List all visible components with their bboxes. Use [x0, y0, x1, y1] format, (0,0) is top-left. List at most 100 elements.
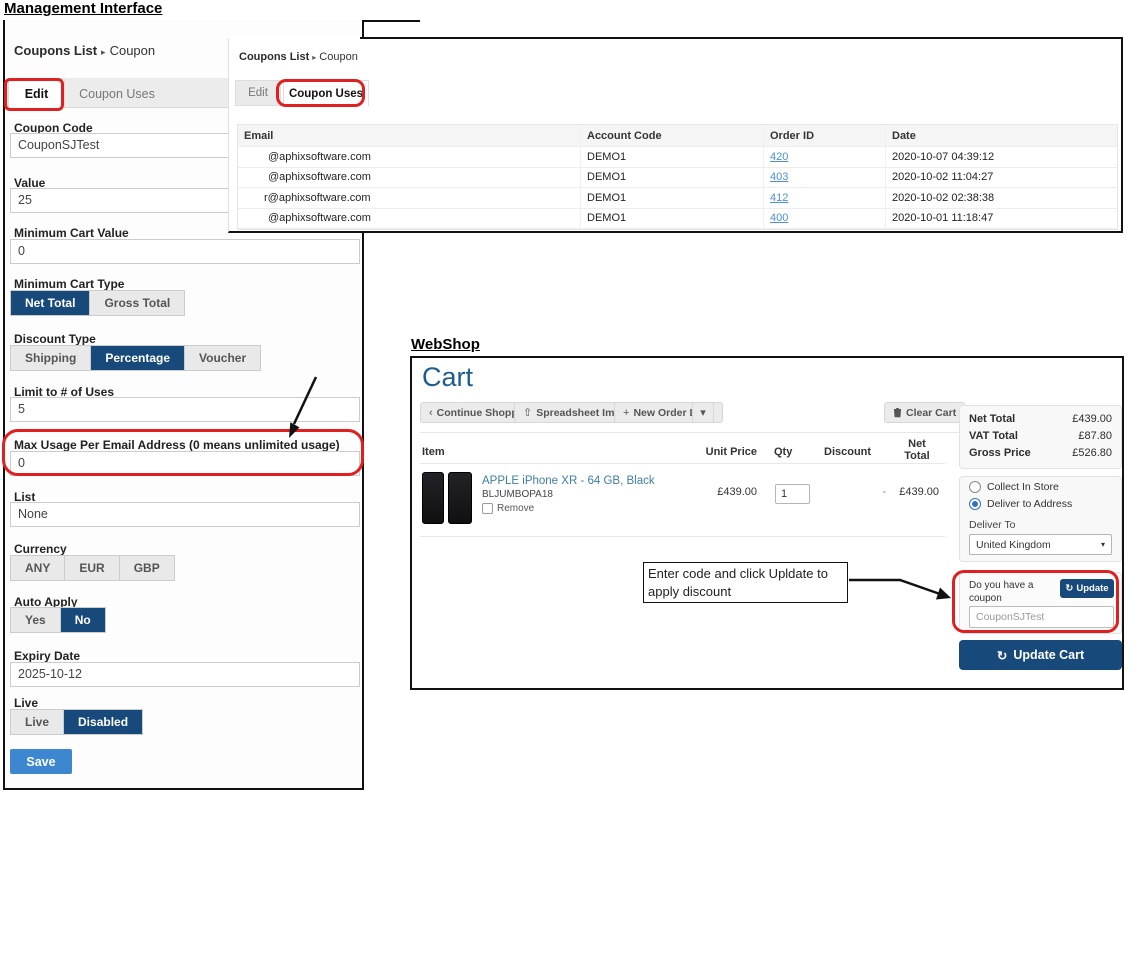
cell-email: r@aphixsoftware.com — [238, 188, 580, 208]
annotation-note: Enter code and click Upldate to apply di… — [643, 562, 848, 603]
unit-price-value: £439.00 — [692, 486, 757, 498]
table-header-row: Email Account Code Order ID Date — [238, 125, 1117, 147]
collect-in-store-label: Collect In Store — [987, 481, 1059, 493]
net-total-header-line1: Net — [895, 438, 939, 450]
table-row: r@aphixsoftware.com DEMO1 412 2020-10-02… — [238, 188, 1117, 209]
cell-email: @aphixsoftware.com — [238, 209, 580, 229]
radio-unchecked-icon[interactable] — [969, 481, 981, 493]
min-cart-value-input[interactable]: 0 — [10, 239, 360, 264]
min-cart-type-label: Minimum Cart Type — [14, 277, 124, 291]
breadcrumb: Coupons List▸Coupon — [14, 43, 155, 58]
currency-gbp[interactable]: GBP — [120, 556, 174, 580]
live-live[interactable]: Live — [11, 710, 64, 734]
new-order-lists-dropdown-button[interactable]: ▾ — [692, 402, 714, 423]
currency-label: Currency — [14, 542, 67, 556]
live-disabled[interactable]: Disabled — [64, 710, 142, 734]
breadcrumb-current: Coupon — [319, 51, 358, 63]
net-total-column-header: Net Total — [895, 438, 939, 462]
live-toggle: Live Disabled — [10, 709, 143, 735]
coupon-box: Do you have a coupon or voucher? ↻ Updat… — [959, 572, 1122, 634]
coupon-update-button[interactable]: ↻ Update — [1060, 579, 1114, 598]
update-cart-button[interactable]: ↻ Update Cart — [959, 640, 1122, 670]
breadcrumb-current: Coupon — [110, 43, 156, 58]
coupon-update-label: Update — [1076, 583, 1108, 594]
product-sku: BLJUMBOPA18 — [482, 489, 553, 500]
list-input[interactable]: None — [10, 502, 360, 527]
gross-price-amount: £526.80 — [1072, 447, 1112, 459]
remove-label: Remove — [497, 503, 534, 514]
currency-any[interactable]: ANY — [11, 556, 65, 580]
radio-checked-icon[interactable] — [969, 498, 981, 510]
country-select[interactable]: United Kingdom ▾ — [969, 534, 1112, 555]
refresh-icon: ↻ — [1065, 583, 1073, 594]
qty-input[interactable]: 1 — [775, 484, 810, 504]
cell-email: @aphixsoftware.com — [238, 168, 580, 188]
column-header-email[interactable]: Email — [238, 125, 580, 146]
cell-date: 2020-10-07 04:39:12 — [885, 147, 1117, 167]
tab-coupon-uses[interactable]: Coupon Uses — [283, 80, 369, 106]
collect-in-store-option[interactable]: Collect In Store — [960, 477, 1121, 494]
net-total-row: Net Total £439.00 — [960, 410, 1121, 427]
totals-box: Net Total £439.00 VAT Total £87.80 Gross… — [959, 405, 1122, 469]
refresh-icon: ↻ — [997, 648, 1007, 663]
vat-total-label: VAT Total — [969, 430, 1018, 442]
panel-border-line — [360, 37, 1123, 39]
discount-type-percentage[interactable]: Percentage — [91, 346, 185, 370]
column-header-order-id[interactable]: Order ID — [763, 125, 885, 146]
column-header-date[interactable]: Date — [885, 125, 1117, 146]
column-header-account-code[interactable]: Account Code — [580, 125, 763, 146]
coupon-uses-panel: Coupons List▸Coupon Edit Coupon Uses Ema… — [228, 38, 1123, 233]
discount-type-voucher[interactable]: Voucher — [185, 346, 260, 370]
order-id-link[interactable]: 403 — [770, 171, 788, 183]
min-cart-type-gross-total[interactable]: Gross Total — [90, 291, 184, 315]
max-usage-label: Max Usage Per Email Address (0 means unl… — [14, 438, 340, 452]
tab-edit[interactable]: Edit — [8, 79, 65, 108]
gross-price-label: Gross Price — [969, 447, 1031, 459]
tab-coupon-uses[interactable]: Coupon Uses — [67, 79, 167, 108]
auto-apply-toggle: Yes No — [10, 607, 106, 633]
divider — [420, 536, 945, 537]
vat-total-amount: £87.80 — [1078, 430, 1112, 442]
item-column-header: Item — [422, 446, 445, 458]
deliver-to-address-option[interactable]: Deliver to Address — [960, 494, 1121, 511]
limit-uses-input[interactable]: 5 — [10, 397, 360, 422]
breadcrumb-parent[interactable]: Coupons List — [14, 43, 97, 58]
table-row: @aphixsoftware.com DEMO1 420 2020-10-07 … — [238, 147, 1117, 168]
deliver-to-address-label: Deliver to Address — [987, 498, 1072, 510]
cell-date: 2020-10-02 11:04:27 — [885, 168, 1117, 188]
min-cart-type-toggle: Net Total Gross Total — [10, 290, 185, 316]
caret-down-icon: ▾ — [700, 406, 706, 419]
vat-total-row: VAT Total £87.80 — [960, 427, 1121, 444]
clear-cart-label: Clear Cart — [906, 407, 956, 419]
save-button[interactable]: Save — [10, 749, 72, 774]
expiry-date-label: Expiry Date — [14, 649, 80, 663]
chevron-down-icon: ▾ — [1101, 540, 1105, 549]
live-label: Live — [14, 696, 38, 710]
back-chevron-icon: ‹ — [429, 407, 433, 419]
auto-apply-yes[interactable]: Yes — [11, 608, 61, 632]
cell-email: @aphixsoftware.com — [238, 147, 580, 167]
min-cart-type-net-total[interactable]: Net Total — [11, 291, 90, 315]
remove-checkbox[interactable] — [482, 503, 493, 514]
remove-row: Remove — [482, 503, 534, 514]
trash-icon — [893, 407, 902, 418]
currency-eur[interactable]: EUR — [65, 556, 119, 580]
product-image — [422, 472, 444, 524]
order-id-link[interactable]: 400 — [770, 212, 788, 224]
webshop-title: WebShop — [411, 336, 480, 353]
auto-apply-no[interactable]: No — [61, 608, 105, 632]
page: Management Interface WebShop Coupons Lis… — [0, 0, 1133, 974]
max-usage-input[interactable]: 0 — [10, 451, 360, 476]
cell-date: 2020-10-02 02:38:38 — [885, 188, 1117, 208]
discount-type-shipping[interactable]: Shipping — [11, 346, 91, 370]
coupon-code-input[interactable]: CouponSJTest — [969, 606, 1114, 628]
product-link[interactable]: APPLE iPhone XR - 64 GB, Black — [482, 475, 655, 487]
table-row: @aphixsoftware.com DEMO1 403 2020-10-02 … — [238, 168, 1117, 189]
clear-cart-button[interactable]: Clear Cart — [884, 402, 965, 423]
cell-account-code: DEMO1 — [580, 168, 763, 188]
expiry-date-input[interactable]: 2025-10-12 — [10, 662, 360, 687]
order-id-link[interactable]: 420 — [770, 151, 788, 163]
order-id-link[interactable]: 412 — [770, 192, 788, 204]
breadcrumb-parent[interactable]: Coupons List — [239, 51, 309, 63]
tab-edit[interactable]: Edit — [235, 80, 281, 106]
